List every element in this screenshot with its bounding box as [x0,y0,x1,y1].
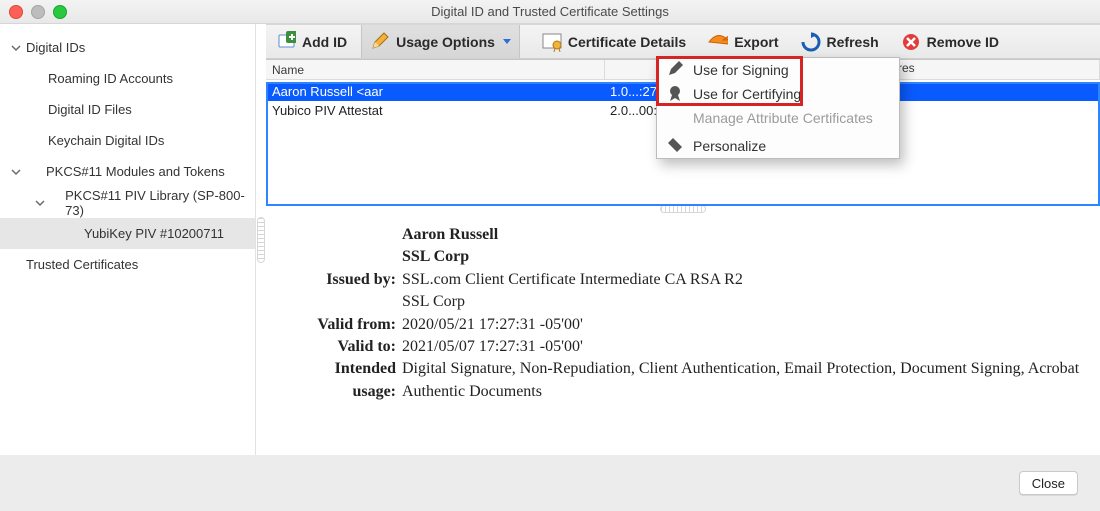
tree-label: Trusted Certificates [26,257,138,272]
refresh-button[interactable]: Refresh [801,25,879,58]
detail-valid-to: 2021/05/07 17:27:31 -05'00' [402,336,1080,358]
menu-item-label: Use for Certifying [693,86,801,102]
chevron-down-icon [6,42,26,54]
toolbar: Add ID Usage Options Certificate Details [266,24,1100,59]
tag-icon [667,137,683,156]
pencil-icon [370,32,390,52]
tree-label: Roaming ID Accounts [48,71,173,86]
certificate-details-button[interactable]: Certificate Details [542,25,686,58]
label-valid-from: Valid from: [296,314,402,336]
tree-label: Digital IDs [26,40,85,55]
column-header-expires-fragment: res [898,61,915,75]
window-minimize-button[interactable] [31,5,45,19]
detail-owner-name: Aaron Russell [402,224,1080,246]
tree-label: YubiKey PIV #10200711 [84,226,224,241]
tree-item-pkcs11-lib[interactable]: PKCS#11 PIV Library (SP-800-73) [0,187,255,218]
detail-valid-from: 2020/05/21 17:27:31 -05'00' [402,314,1080,336]
certificate-icon [542,32,562,52]
tree-label: PKCS#11 Modules and Tokens [26,164,225,179]
main-panel: Add ID Usage Options Certificate Details [266,24,1100,456]
toolbar-label: Certificate Details [568,34,686,50]
window-zoom-button[interactable] [53,5,67,19]
titlebar: Digital ID and Trusted Certificate Setti… [0,0,1100,24]
detail-issued-by-org: SSL Corp [402,291,1080,313]
label-intended-usage: Intended usage: [296,358,402,403]
close-button[interactable]: Close [1019,471,1078,495]
export-icon [708,32,728,52]
pen-icon [667,61,683,80]
chevron-down-icon [6,166,26,178]
tree-item-roaming[interactable]: Roaming ID Accounts [0,63,255,94]
add-id-button[interactable]: Add ID [276,25,347,58]
refresh-icon [801,32,821,52]
tree-item-files[interactable]: Digital ID Files [0,94,255,125]
detail-intended-usage: Digital Signature, Non-Repudiation, Clie… [402,358,1080,403]
export-button[interactable]: Export [708,25,778,58]
remove-icon [901,32,921,52]
tree-label: PKCS#11 PIV Library (SP-800-73) [49,188,255,218]
detail-issued-by-ca: SSL.com Client Certificate Intermediate … [402,269,1080,291]
label-issued-by: Issued by: [296,269,402,291]
toolbar-label: Export [734,34,778,50]
close-button-label: Close [1032,476,1065,491]
sidebar-resize-handle[interactable] [256,24,266,456]
usage-options-button[interactable]: Usage Options [361,25,520,58]
window-controls [9,5,67,19]
menu-item-manage-attribute-certs: Manage Attribute Certificates [657,106,899,130]
ribbon-icon [667,85,683,104]
menu-item-label: Personalize [693,138,766,154]
usage-options-menu: Use for Signing Use for Certifying Manag… [656,57,900,159]
menu-item-label: Use for Signing [693,62,789,78]
tree-item-yubikey[interactable]: YubiKey PIV #10200711 [0,218,255,249]
dialog-footer: Close [0,455,1100,511]
add-id-icon [276,32,296,52]
certificate-details-pane: Aaron Russell SSL Corp Issued by:SSL.com… [266,214,1100,403]
toolbar-label: Usage Options [396,34,495,50]
tree-label: Keychain Digital IDs [48,133,164,148]
menu-item-use-for-certifying[interactable]: Use for Certifying [657,82,899,106]
tree-item-pkcs11[interactable]: PKCS#11 Modules and Tokens [0,156,255,187]
menu-item-label: Manage Attribute Certificates [693,110,873,126]
chevron-down-icon [30,197,49,209]
menu-item-personalize[interactable]: Personalize [657,134,899,158]
window-title: Digital ID and Trusted Certificate Setti… [431,4,669,19]
tree-item-keychain[interactable]: Keychain Digital IDs [0,125,255,156]
toolbar-label: Refresh [827,34,879,50]
cell-name: Yubico PIV Attestat [266,101,604,120]
column-header-name[interactable]: Name [266,60,605,79]
window-close-button[interactable] [9,5,23,19]
toolbar-label: Add ID [302,34,347,50]
cell-name: Aaron Russell <aar [266,82,604,101]
sidebar: Digital IDs Roaming ID Accounts Digital … [0,24,256,456]
tree-item-digital-ids[interactable]: Digital IDs [0,32,255,63]
menu-item-use-for-signing[interactable]: Use for Signing [657,58,899,82]
label-valid-to: Valid to: [296,336,402,358]
tree-item-trusted-certs[interactable]: Trusted Certificates [0,249,255,280]
dropdown-arrow-icon [503,39,511,44]
tree-label: Digital ID Files [48,102,132,117]
remove-id-button[interactable]: Remove ID [901,25,999,58]
toolbar-label: Remove ID [927,34,999,50]
detail-owner-org: SSL Corp [402,246,1080,268]
